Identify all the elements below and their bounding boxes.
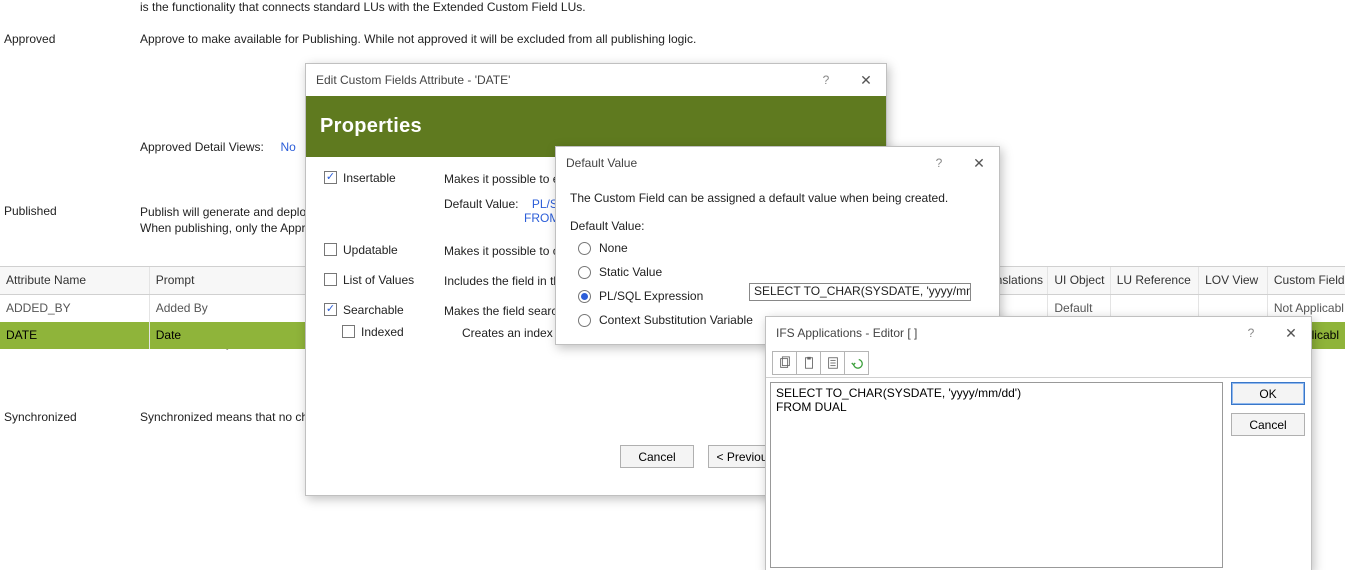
sql-editor-textarea[interactable] [770,382,1223,568]
close-icon[interactable]: ✕ [846,64,886,96]
opt-none-label: None [599,241,628,255]
bg-approved-desc: Approve to make available for Publishing… [140,32,1320,46]
editor-toolbar [766,349,1311,378]
default-value-dialog-title: Default Value [566,156,637,170]
copy-icon[interactable] [772,351,797,375]
bg-sync-label: Synchronized [4,410,77,424]
searchable-label: Searchable [343,303,404,317]
opt-plsql-label: PL/SQL Expression [599,289,703,303]
cancel-button[interactable]: Cancel [1231,413,1305,436]
cell: DATE [0,322,150,349]
insertable-label: Insertable [343,171,396,185]
ok-button[interactable]: OK [1231,382,1305,405]
default-value-prefix: Default Value: [444,197,519,211]
col-attr[interactable]: Attribute Name [0,267,150,294]
searchable-checkbox[interactable]: ✓ [324,303,337,316]
col-uiobj[interactable]: UI Object [1048,267,1110,294]
default-value-label: Default Value: [570,219,985,233]
updatable-label: Updatable [343,243,398,257]
opt-none[interactable]: None [578,241,985,255]
paste-icon[interactable] [796,351,821,375]
lov-label: List of Values [343,273,414,287]
cancel-button[interactable]: Cancel [620,445,694,468]
edit-attribute-dialog-title: Edit Custom Fields Attribute - 'DATE' [316,73,510,87]
col-cust[interactable]: Custom Field [1268,267,1345,294]
editor-dialog: IFS Applications - Editor [ ] ? ✕ OK Can… [765,316,1312,570]
close-icon[interactable]: ✕ [1271,317,1311,349]
opt-static[interactable]: Static Value [578,265,985,279]
col-luref[interactable]: LU Reference [1111,267,1199,294]
editor-dialog-title: IFS Applications - Editor [ ] [776,326,917,340]
help-icon[interactable]: ? [1231,317,1271,349]
bg-approved-views-label: Approved Detail Views: [140,140,264,154]
close-icon[interactable]: ✕ [959,147,999,179]
bg-published-label: Published [4,204,57,218]
bg-approved-views-value[interactable]: No [281,140,296,154]
plsql-expression-input[interactable]: SELECT TO_CHAR(SYSDATE, 'yyyy/mm/dd')F [749,283,971,301]
lov-checkbox[interactable] [324,273,337,286]
opt-ctx-label: Context Substitution Variable [599,313,753,327]
undo-icon[interactable] [844,351,869,375]
updatable-checkbox[interactable] [324,243,337,256]
indexed-checkbox[interactable] [342,325,355,338]
bg-top-fragment: is the functionality that connects stand… [140,0,1320,14]
page-icon[interactable] [820,351,845,375]
default-value-intro: The Custom Field can be assigned a defau… [570,191,985,205]
indexed-label: Indexed [361,325,404,339]
help-icon[interactable]: ? [919,147,959,179]
cell: ADDED_BY [0,295,150,322]
col-lov[interactable]: LOV View [1199,267,1268,294]
help-icon[interactable]: ? [806,64,846,96]
insertable-checkbox[interactable]: ✓ [324,171,337,184]
opt-static-label: Static Value [599,265,662,279]
bg-approved-label: Approved [4,32,55,46]
